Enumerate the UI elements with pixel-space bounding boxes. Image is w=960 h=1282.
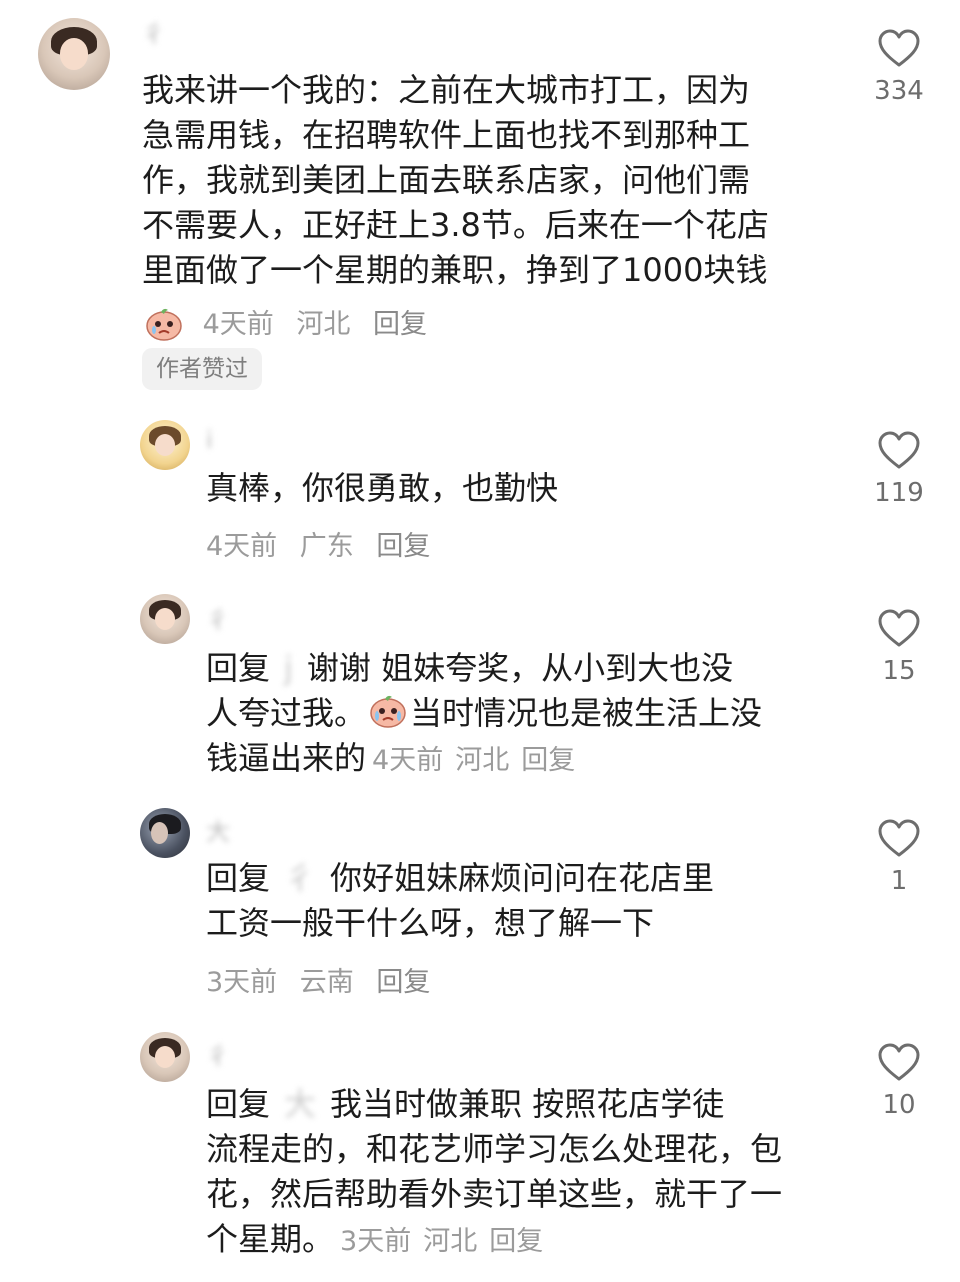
comment-location: 广东 xyxy=(299,531,354,562)
heart-outline-icon xyxy=(878,819,920,857)
comment-location: 云南 xyxy=(299,967,354,998)
comment-meta: 4天前 河北 回复 xyxy=(372,745,587,776)
crying-peach-sticker-icon xyxy=(370,695,406,728)
comment-location: 河北 xyxy=(455,745,510,776)
comment-5: 彳 回复大我当时做兼职 按照花店学徒 流程走的，和花艺师学习怎么处理花，包 花，… xyxy=(0,1020,960,1282)
reply-button[interactable]: 回复 xyxy=(376,531,430,562)
avatar[interactable] xyxy=(140,808,190,858)
comment-location: 河北 xyxy=(296,309,351,340)
reply-button[interactable]: 回复 xyxy=(521,745,575,776)
mention[interactable]: j xyxy=(284,649,293,687)
comment-time: 4天前 xyxy=(202,309,274,340)
like-button[interactable]: 334 xyxy=(864,28,934,106)
avatar[interactable] xyxy=(140,1032,190,1082)
comment-time: 4天前 xyxy=(206,531,278,562)
avatar[interactable] xyxy=(140,420,190,470)
reply-button[interactable]: 回复 xyxy=(376,967,430,998)
comment-location: 河北 xyxy=(423,1226,478,1257)
username[interactable]: i xyxy=(206,426,215,454)
reply-prefix: 回复 xyxy=(206,1085,271,1123)
heart-outline-icon xyxy=(878,29,920,67)
like-button[interactable]: 10 xyxy=(864,1042,934,1120)
like-count: 334 xyxy=(874,76,924,106)
like-button[interactable]: 15 xyxy=(864,608,934,686)
comment-meta: 3天前 云南 回复 xyxy=(206,960,444,999)
avatar[interactable] xyxy=(140,594,190,644)
like-count: 1 xyxy=(890,866,908,896)
comment-time: 4天前 xyxy=(372,745,444,776)
reply-button[interactable]: 回复 xyxy=(489,1226,543,1257)
username[interactable]: 彳 xyxy=(206,1036,232,1071)
username[interactable]: 彳 xyxy=(142,14,168,49)
author-liked-badge: 作者赞过 xyxy=(142,348,262,390)
comment-meta: 3天前 河北 回复 xyxy=(340,1226,555,1257)
mention[interactable]: 大 xyxy=(284,1085,316,1123)
like-count: 15 xyxy=(882,656,916,686)
comment-text: 回复 j 谢谢 姐妹夸奖，从小到大也没 人夸过我。 当时情况也是被生活上没 钱逼出来… xyxy=(206,649,763,777)
comment-text: 回复彳你好姐妹麻烦问问在花店里 工资一般干什么呀，想了解一下 xyxy=(206,859,715,942)
comment-3: 彳 回复 j 谢谢 姐妹夸奖，从小到大也没 人夸过我。 当时情况也是被生活上没 钱逼… xyxy=(0,580,960,800)
reply-prefix: 回复 xyxy=(206,859,271,897)
heart-outline-icon xyxy=(878,1043,920,1081)
like-button[interactable]: 119 xyxy=(864,430,934,508)
like-count: 10 xyxy=(882,1090,916,1120)
mention[interactable]: 彳 xyxy=(284,859,316,897)
comment-2: i 真棒，你很勇敢，也勤快 4天前 广东 回复 119 xyxy=(0,400,960,580)
comment-time: 3天前 xyxy=(206,967,278,998)
comment-time: 3天前 xyxy=(340,1226,412,1257)
crying-peach-sticker-icon xyxy=(146,308,182,341)
comment-meta: 4天前 广东 回复 xyxy=(206,524,444,563)
comment-text: 回复大我当时做兼职 按照花店学徒 流程走的，和花艺师学习怎么处理花，包 花，然后… xyxy=(206,1085,783,1258)
comment-text: 我来讲一个我的：之前在大城市打工，因为 急需用钱，在招聘软件上面也找不到那种工 … xyxy=(142,71,769,289)
username[interactable]: 大 xyxy=(206,812,232,847)
like-count: 119 xyxy=(874,478,924,508)
avatar[interactable] xyxy=(38,18,110,90)
reply-button[interactable]: 回复 xyxy=(373,309,427,340)
comment-meta: 4天前 河北 回复 xyxy=(142,302,441,341)
reply-prefix: 回复 xyxy=(206,649,271,687)
username[interactable]: 彳 xyxy=(206,600,232,635)
heart-outline-icon xyxy=(878,609,920,647)
comment-4: 大 回复彳你好姐妹麻烦问问在花店里 工资一般干什么呀，想了解一下 3天前 云南 … xyxy=(0,800,960,1020)
heart-outline-icon xyxy=(878,431,920,469)
comment-text: 真棒，你很勇敢，也勤快 xyxy=(206,469,559,507)
like-button[interactable]: 1 xyxy=(864,818,934,896)
comment-1: 彳 我来讲一个我的：之前在大城市打工，因为 急需用钱，在招聘软件上面也找不到那种… xyxy=(0,0,960,400)
